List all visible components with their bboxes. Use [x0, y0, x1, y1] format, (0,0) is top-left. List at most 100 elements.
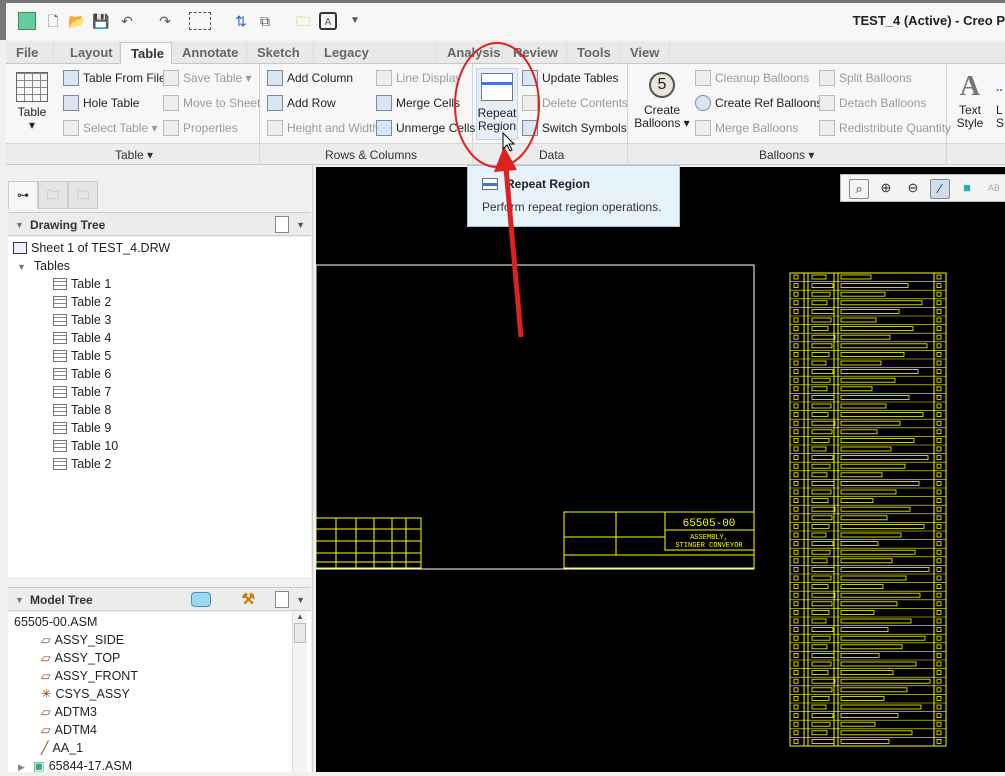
tree-item-table[interactable]: Table 6	[53, 365, 111, 383]
annotation-display-icon[interactable]: AB	[984, 179, 1004, 199]
merge-cells-button[interactable]: Merge Cells	[376, 94, 460, 112]
scroll-thumb[interactable]	[294, 623, 306, 643]
tree-item-table[interactable]: Table 4	[53, 329, 111, 347]
delete-contents-button[interactable]: Delete Contents	[522, 94, 628, 112]
expand-icon[interactable]: ▼	[17, 262, 26, 272]
dropdown-icon[interactable]: ▼	[296, 213, 305, 237]
tree-item-table[interactable]: Table 2	[53, 293, 111, 311]
tools-icon[interactable]: ⚒	[242, 588, 255, 612]
scrollbar[interactable]: ▲	[292, 612, 307, 772]
create-balloons-button[interactable]: 5 Create Balloons ▾	[634, 72, 690, 130]
tab-file[interactable]: File ▾	[6, 42, 54, 81]
show-icon[interactable]	[191, 592, 211, 607]
tree-item-table[interactable]: Table 7	[53, 383, 111, 401]
tree-item-table[interactable]: Table 8	[53, 401, 111, 419]
tree-item[interactable]: ▱ ASSY_TOP	[41, 649, 120, 667]
tree-item-root[interactable]: 65505-00.ASM	[14, 613, 97, 631]
tree-item[interactable]: ▶ ▣ 65844-17.ASM	[18, 757, 132, 775]
expand-icon[interactable]: ▶	[18, 762, 25, 772]
merge-balloons-button[interactable]: Merge Balloons	[695, 119, 798, 137]
hole-table-button[interactable]: Hole Table	[63, 94, 139, 112]
new-icon[interactable]: 🗋	[44, 12, 62, 30]
open-icon[interactable]: 📂	[68, 12, 86, 30]
scroll-up-icon[interactable]: ▲	[293, 612, 307, 621]
settings-list-icon[interactable]	[275, 591, 289, 608]
collapse-icon[interactable]: ▼	[15, 213, 24, 237]
drawing-canvas[interactable]: 65505-00 ASSEMBLY, STINGER CONVEYOR	[316, 167, 1005, 772]
tree-item-table[interactable]: Table 10	[53, 437, 118, 455]
unmerge-cells-button[interactable]: Unmerge Cells	[376, 119, 475, 137]
redistribute-quantity-button[interactable]: Redistribute Quantity	[819, 119, 951, 137]
add-column-button[interactable]: Add Column	[267, 69, 353, 87]
settings-list-icon[interactable]	[275, 216, 289, 233]
select-table-button[interactable]: Select Table ▾	[63, 119, 158, 137]
tree-item-table[interactable]: Table 5	[53, 347, 111, 365]
tab-view[interactable]: View	[620, 42, 670, 64]
detach-balloons-button[interactable]: Detach Balloons	[819, 94, 926, 112]
tree-item[interactable]: ╱ AA_1	[41, 739, 83, 757]
tree-item[interactable]: ▱ ASSY_FRONT	[41, 667, 138, 685]
zoom-in-icon[interactable]: ⊕	[876, 179, 896, 199]
tree-item[interactable]: ▱ ASSY_SIDE	[41, 631, 124, 649]
move-to-sheet-button[interactable]: Move to Sheet	[163, 94, 260, 112]
tree-item-table[interactable]: Table 3	[53, 311, 111, 329]
bom-cell-text	[936, 489, 942, 495]
table-button[interactable]: Table ▾	[14, 72, 50, 132]
table-from-file-button[interactable]: Table From File	[63, 69, 166, 87]
bom-cell-text	[793, 480, 799, 486]
properties-button[interactable]: Properties	[163, 119, 238, 137]
repeat-region-button[interactable]: Repeat Region	[476, 68, 518, 140]
text-style-button[interactable]: A Text Style	[952, 70, 988, 130]
dropdown-icon[interactable]: ▼	[296, 588, 305, 612]
save-table-button[interactable]: Save Table ▾	[163, 69, 252, 87]
tab-tools[interactable]: Tools	[567, 42, 620, 64]
tab-sketch[interactable]: Sketch	[247, 42, 314, 64]
save-icon[interactable]: 💾	[92, 12, 110, 30]
select-box-icon[interactable]	[189, 12, 211, 30]
tab-annotate[interactable]: Annotate	[172, 42, 247, 64]
tree-item-table[interactable]: Table 1	[53, 275, 111, 293]
app-icon[interactable]	[18, 12, 36, 30]
tab-review[interactable]: Review	[503, 42, 567, 64]
redo-icon[interactable]: ↷	[156, 12, 174, 30]
tab-layout[interactable]: Layout	[60, 42, 120, 64]
group-label-table[interactable]: Table ▾	[115, 148, 153, 162]
windows-icon[interactable]: ⧉	[256, 12, 274, 30]
undo-icon[interactable]: ↶	[118, 12, 136, 30]
tree-item-table[interactable]: Table 2	[53, 455, 111, 473]
refit-icon[interactable]: ⌕	[849, 179, 869, 199]
tree-item-sheet[interactable]: Sheet 1 of TEST_4.DRW	[13, 239, 170, 257]
repaint-icon[interactable]: ⁄	[930, 179, 950, 199]
label: Table 5	[71, 349, 112, 363]
text-frame-icon[interactable]: A	[319, 12, 337, 30]
create-ref-balloons-button[interactable]: Create Ref Balloons	[695, 94, 822, 112]
cleanup-balloons-button[interactable]: Cleanup Balloons	[695, 69, 809, 87]
line-style-button[interactable]: .. L S	[996, 70, 1005, 130]
drawing-tree-header[interactable]: ▼ Drawing Tree ▼	[8, 212, 311, 236]
tab-folder-browser-icon[interactable]: 🗀	[38, 181, 68, 209]
tree-item-tables[interactable]: ▼ Tables	[17, 257, 70, 275]
display-style-icon[interactable]: ■	[957, 179, 977, 199]
add-row-button[interactable]: Add Row	[267, 94, 336, 112]
customize-dropdown-icon[interactable]: ▼	[346, 12, 364, 30]
regenerate-icon[interactable]: ⇅	[232, 12, 250, 30]
folder-icon[interactable]: 🗀	[294, 12, 312, 30]
split-balloons-button[interactable]: Split Balloons	[819, 69, 912, 87]
tab-model-tree-icon[interactable]: ⊶	[8, 181, 38, 209]
tab-favorites-icon[interactable]: 🗀	[68, 181, 98, 209]
update-tables-button[interactable]: Update Tables	[522, 69, 619, 87]
collapse-icon[interactable]: ▼	[15, 588, 24, 612]
tab-legacy-migration[interactable]: Legacy Migration	[314, 42, 437, 81]
tree-item[interactable]: ✳ CSYS_ASSY	[41, 685, 130, 703]
tree-item-table[interactable]: Table 9	[53, 419, 111, 437]
switch-symbols-button[interactable]: Switch Symbols	[522, 119, 627, 137]
model-tree-header[interactable]: ▼ Model Tree ⚒ ▼	[8, 587, 311, 611]
height-and-width-button[interactable]: Height and Width	[267, 119, 379, 137]
tree-item[interactable]: ▱ ADTM3	[41, 703, 97, 721]
tab-analysis[interactable]: Analysis	[437, 42, 503, 64]
tab-table[interactable]: Table	[120, 42, 172, 65]
line-display-button[interactable]: Line Display	[376, 69, 461, 87]
tree-item[interactable]: ▱ ADTM4	[41, 721, 97, 739]
group-label-balloons[interactable]: Balloons ▾	[759, 148, 814, 162]
zoom-out-icon[interactable]: ⊖	[903, 179, 923, 199]
